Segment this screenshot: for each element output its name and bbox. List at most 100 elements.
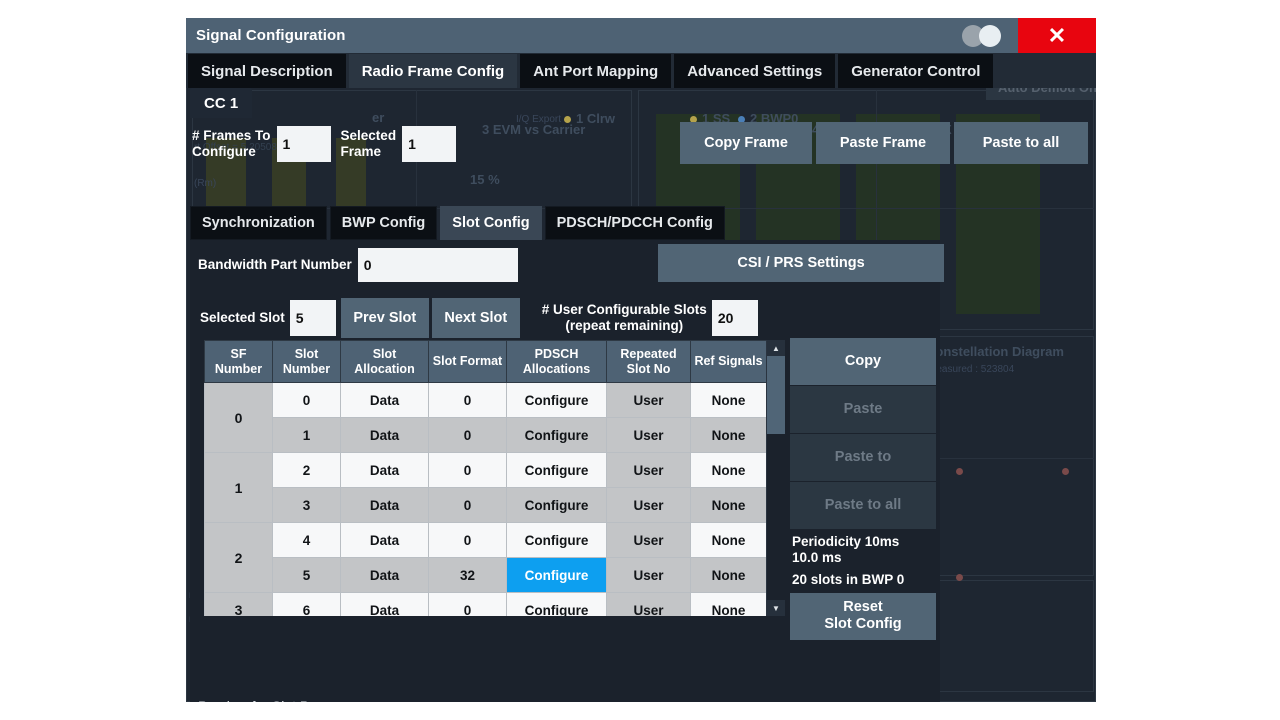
frames-to-configure-input[interactable] — [276, 126, 331, 162]
copy-slot-button[interactable]: Copy — [790, 338, 936, 385]
cell-slot-number[interactable]: 5 — [272, 557, 341, 593]
tab-generator-control[interactable]: Generator Control — [838, 54, 994, 88]
cell-slot-allocation[interactable]: Data — [340, 592, 429, 616]
selected-slot-input[interactable] — [289, 300, 336, 336]
cell-slot-number[interactable]: 1 — [272, 417, 341, 453]
expand-toggle[interactable] — [962, 24, 1004, 47]
scroll-up-icon[interactable]: ▲ — [767, 340, 785, 356]
cell-pdsch-allocations[interactable]: Configure — [506, 557, 607, 593]
subtab-bar: Synchronization BWP Config Slot Config P… — [190, 206, 728, 240]
table-row[interactable]: 3 6 Data 0 Configure User None — [204, 592, 766, 616]
cell-pdsch-allocations[interactable]: Configure — [506, 592, 607, 616]
scrollbar-thumb[interactable] — [767, 356, 785, 434]
cell-pdsch-allocations[interactable]: Configure — [506, 452, 607, 488]
cell-slot-number[interactable]: 3 — [272, 487, 341, 523]
cell-ref-signals[interactable]: None — [690, 417, 766, 453]
paste-slot-button[interactable]: Paste — [790, 386, 936, 433]
cell-sf-number: 0 — [204, 382, 273, 453]
table-row[interactable]: 0 0 Data 0 Configure User None — [204, 382, 766, 453]
cell-slot-format[interactable]: 0 — [428, 452, 507, 488]
paste-to-all-slots-button[interactable]: Paste to all — [790, 482, 936, 529]
cell-slot-allocation[interactable]: Data — [340, 487, 429, 523]
cell-slot-format[interactable]: 0 — [428, 487, 507, 523]
slot-config-panel: Bandwidth Part Number CSI / PRS Settings… — [190, 240, 944, 695]
cell-slot-format[interactable]: 0 — [428, 592, 507, 616]
paste-frame-button[interactable]: Paste Frame — [816, 122, 950, 164]
frames-row: # Frames To Configure Selected Frame — [192, 118, 457, 170]
header-pdsch-allocations: PDSCH Allocations — [506, 340, 607, 383]
table-row[interactable]: 1 Data 0 Configure User None — [205, 417, 766, 453]
cell-repeated-slot-no[interactable]: User — [606, 557, 691, 593]
cell-sf-number: 3 — [204, 592, 273, 616]
paste-to-all-frames-button[interactable]: Paste to all — [954, 122, 1088, 164]
table-row[interactable]: 5 Data 32 Configure User None — [205, 557, 766, 593]
cell-slot-number[interactable]: 0 — [272, 382, 341, 418]
subtab-synchronization[interactable]: Synchronization — [190, 206, 327, 240]
selected-slot-row: Selected Slot Prev Slot Next Slot # User… — [200, 298, 758, 338]
selected-frame-label: Selected Frame — [340, 127, 397, 159]
signal-configuration-dialog: Signal Configuration ✕ Signal Descriptio… — [186, 18, 1096, 702]
cell-ref-signals[interactable]: None — [690, 522, 766, 558]
cell-slot-number[interactable]: 2 — [272, 452, 341, 488]
cell-repeated-slot-no[interactable]: User — [606, 417, 691, 453]
cell-slot-allocation[interactable]: Data — [340, 417, 429, 453]
tab-signal-description[interactable]: Signal Description — [188, 54, 346, 88]
cell-slot-allocation[interactable]: Data — [340, 452, 429, 488]
cell-repeated-slot-no[interactable]: User — [606, 382, 691, 418]
slot-table-scrollbar[interactable]: ▲ ▼ — [766, 340, 785, 616]
cell-slot-allocation[interactable]: Data — [340, 522, 429, 558]
header-slot-format: Slot Format — [428, 340, 507, 383]
cell-repeated-slot-no[interactable]: User — [606, 452, 691, 488]
slots-in-bwp-info: 20 slots in BWP 0 — [792, 572, 905, 588]
cell-pdsch-allocations[interactable]: Configure — [506, 487, 607, 523]
cell-slot-format[interactable]: 0 — [428, 417, 507, 453]
cell-ref-signals[interactable]: None — [690, 382, 766, 418]
table-header-row: SF Number Slot Number Slot Allocation Sl… — [204, 340, 766, 383]
scroll-down-icon[interactable]: ▼ — [767, 600, 785, 616]
subtab-pdsch-pdcch-config[interactable]: PDSCH/PDCCH Config — [544, 206, 725, 240]
cell-ref-signals[interactable]: None — [690, 557, 766, 593]
preview-label: Preview for Slot 5 — [190, 695, 940, 702]
tab-ant-port-mapping[interactable]: Ant Port Mapping — [520, 54, 672, 88]
close-icon[interactable]: ✕ — [1018, 18, 1096, 53]
cell-repeated-slot-no[interactable]: User — [606, 522, 691, 558]
cell-pdsch-allocations[interactable]: Configure — [506, 522, 607, 558]
selected-frame-input[interactable] — [402, 126, 457, 162]
subtab-slot-config[interactable]: Slot Config — [440, 206, 542, 240]
bandwidth-part-input[interactable] — [357, 248, 518, 282]
cell-slot-format[interactable]: 0 — [428, 522, 507, 558]
cell-pdsch-allocations[interactable]: Configure — [506, 417, 607, 453]
table-row[interactable]: 1 2 Data 0 Configure User None — [204, 452, 766, 523]
cell-repeated-slot-no[interactable]: User — [606, 487, 691, 523]
cell-slot-format[interactable]: 0 — [428, 382, 507, 418]
cell-slot-format[interactable]: 32 — [428, 557, 507, 593]
toggle-circle-right — [979, 24, 1001, 47]
main-tabbar: Signal Description Radio Frame Config An… — [186, 53, 1096, 88]
cell-slot-number[interactable]: 4 — [272, 522, 341, 558]
next-slot-button[interactable]: Next Slot — [431, 298, 520, 338]
cell-slot-allocation[interactable]: Data — [340, 382, 429, 418]
header-slot-allocation: Slot Allocation — [340, 340, 429, 383]
subtab-bwp-config[interactable]: BWP Config — [329, 206, 438, 240]
paste-to-button[interactable]: Paste to — [790, 434, 936, 481]
tab-cc-1[interactable]: CC 1 — [190, 88, 253, 118]
copy-frame-button[interactable]: Copy Frame — [680, 122, 812, 164]
frame-buttons: Copy Frame Paste Frame Paste to all — [680, 122, 1088, 164]
cell-slot-allocation[interactable]: Data — [340, 557, 429, 593]
dialog-body: CC 1 # Frames To Configure Selected Fram… — [186, 88, 1096, 702]
cell-pdsch-allocations[interactable]: Configure — [506, 382, 607, 418]
frames-to-configure-label: # Frames To Configure — [192, 127, 271, 159]
tab-advanced-settings[interactable]: Advanced Settings — [674, 54, 836, 88]
cell-repeated-slot-no[interactable]: User — [606, 592, 691, 616]
cell-ref-signals[interactable]: None — [690, 452, 766, 488]
user-configurable-slots-input[interactable] — [711, 300, 758, 336]
prev-slot-button[interactable]: Prev Slot — [340, 298, 429, 338]
cell-ref-signals[interactable]: None — [690, 592, 766, 616]
tab-radio-frame-config[interactable]: Radio Frame Config — [348, 54, 518, 88]
table-row[interactable]: 2 4 Data 0 Configure User None — [204, 522, 766, 593]
cell-ref-signals[interactable]: None — [690, 487, 766, 523]
cell-slot-number[interactable]: 6 — [272, 592, 341, 616]
table-row[interactable]: 3 Data 0 Configure User None — [205, 487, 766, 523]
reset-slot-config-button[interactable]: Reset Slot Config — [790, 592, 936, 640]
csi-prs-settings-button[interactable]: CSI / PRS Settings — [658, 244, 944, 282]
